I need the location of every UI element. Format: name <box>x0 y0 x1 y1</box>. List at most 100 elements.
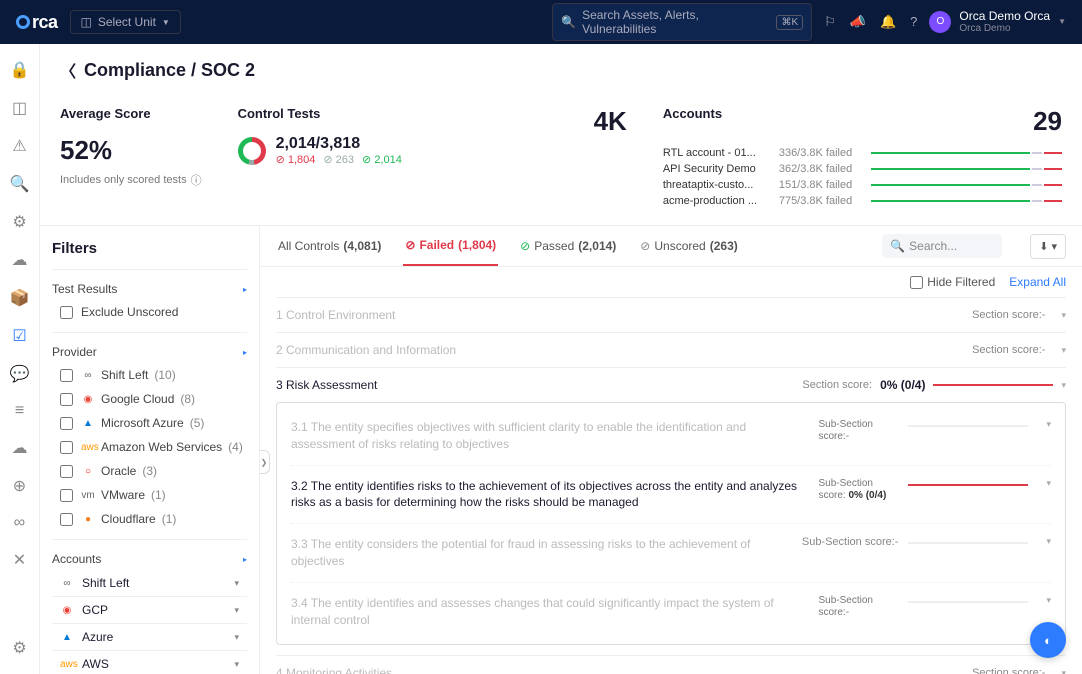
panel-drag-handle[interactable]: ❯ <box>260 450 270 474</box>
checkbox-exclude-unscored[interactable]: Exclude Unscored <box>52 300 247 324</box>
user-menu[interactable]: O Orca Demo Orca Orca Demo ▼ <box>929 9 1066 35</box>
chat-icon[interactable]: 💬 <box>10 364 30 384</box>
dashboard-icon[interactable]: ◫ <box>12 98 27 118</box>
avg-score-sub: Includes only scored testsⓘ <box>60 172 202 188</box>
search-icon: 🔍 <box>890 239 905 253</box>
logo-text: rca <box>32 12 58 33</box>
logo[interactable]: rca <box>16 12 58 33</box>
settings-icon[interactable]: ⚙ <box>12 638 26 658</box>
table-search[interactable]: 🔍Search... <box>882 234 1002 258</box>
accounts-count: 29 <box>1033 106 1062 137</box>
section-row[interactable]: 3 Risk AssessmentSection score:0% (0/4)▾ <box>276 367 1066 402</box>
section-expanded: 3.1 The entity specifies objectives with… <box>276 402 1066 645</box>
download-button[interactable]: ⬇ ▾ <box>1030 234 1066 259</box>
help-fab[interactable]: ◐ <box>1030 622 1066 658</box>
stats-row: Average Score 52% Includes only scored t… <box>40 92 1082 226</box>
compliance-icon[interactable]: ☑ <box>12 326 26 346</box>
global-search[interactable]: 🔍 Search Assets, Alerts, Vulnerabilities… <box>552 3 812 41</box>
megaphone-icon[interactable]: 📣 <box>850 14 866 30</box>
search-shortcut: ⌘K <box>776 15 803 30</box>
account-dropdown[interactable]: ◉GCP▾ <box>52 597 247 624</box>
package-icon[interactable]: 📦 <box>10 288 30 308</box>
breadcrumb[interactable]: 〈 Compliance / SOC 2 <box>60 58 1062 82</box>
accounts-block: Accounts 29 RTL account - 01...336/3.8K … <box>663 106 1062 207</box>
subsection-row[interactable]: 3.2 The entity identifies risks to the a… <box>291 465 1051 524</box>
flag-icon[interactable]: ⚐ <box>824 14 836 30</box>
side-rail: 🔒 ◫ ⚠ 🔍 ⚙ ☁ 📦 ☑ 💬 ≡ ☁ ⊕ ∞ ✕ ⚙ <box>0 44 40 674</box>
expand-all-button[interactable]: Expand All <box>1009 275 1066 289</box>
top-nav: rca ◫ Select Unit ▼ 🔍 Search Assets, Ale… <box>0 0 1082 44</box>
avg-score-block: Average Score 52% Includes only scored t… <box>60 106 202 207</box>
provider-checkbox[interactable]: ∞Shift Left (10) <box>52 363 247 387</box>
provider-checkbox[interactable]: vmVMware (1) <box>52 483 247 507</box>
nav-icons: ⚐ 📣 🔔 ? <box>824 14 917 30</box>
db-icon[interactable]: ≡ <box>15 402 24 420</box>
lock-icon[interactable]: 🔒 <box>10 60 30 80</box>
back-icon[interactable]: 〈 <box>60 58 76 82</box>
sections-list: 1 Control EnvironmentSection score:-▾2 C… <box>260 297 1082 674</box>
account-row[interactable]: acme-production ...775/3.8K failed <box>663 195 1062 207</box>
tab-failed[interactable]: ⊘Failed (1,804) <box>403 226 498 266</box>
search-rail-icon[interactable]: 🔍 <box>10 174 30 194</box>
plus-icon[interactable]: ⊕ <box>13 476 26 496</box>
tabs: All Controls (4,081) ⊘Failed (1,804) ⊘Pa… <box>260 226 1082 267</box>
filter-accounts: Accounts▸ ∞Shift Left▾◉GCP▾▲Azure▾awsAWS… <box>52 539 247 674</box>
row-controls: Hide Filtered Expand All <box>260 267 1082 297</box>
filter-hdr-provider[interactable]: Provider▸ <box>52 341 247 363</box>
avg-score-label: Average Score <box>60 106 202 121</box>
provider-checkbox[interactable]: awsAmazon Web Services (4) <box>52 435 247 459</box>
link-icon[interactable]: ∞ <box>14 514 25 532</box>
provider-checkbox[interactable]: ○Oracle (3) <box>52 459 247 483</box>
subsection-row[interactable]: 3.4 The entity identifies and assesses c… <box>291 582 1051 641</box>
section-row[interactable]: 1 Control EnvironmentSection score:-▾ <box>276 297 1066 332</box>
tab-passed[interactable]: ⊘Passed (2,014) <box>518 227 618 265</box>
filters-title: Filters <box>52 240 247 257</box>
filter-test-results: Test Results▸ Exclude Unscored <box>52 269 247 332</box>
account-row[interactable]: API Security Demo362/3.8K failed <box>663 163 1062 175</box>
hide-filtered-checkbox[interactable]: Hide Filtered <box>910 275 995 289</box>
chevron-down-icon: ▼ <box>1058 17 1066 26</box>
graph-icon[interactable]: ⚙ <box>12 212 26 232</box>
tab-unscored[interactable]: ⊘Unscored (263) <box>638 227 739 265</box>
info-icon[interactable]: ⓘ <box>191 172 202 188</box>
unit-selector-label: Select Unit <box>98 15 156 29</box>
filters-panel: Filters Test Results▸ Exclude Unscored P… <box>40 226 260 674</box>
account-dropdown[interactable]: ▲Azure▾ <box>52 624 247 651</box>
shuffle-icon[interactable]: ✕ <box>13 550 26 570</box>
control-tests-breakdown: ⊘ 1,804 ⊘ 263 ⊘ 2,014 <box>276 153 402 166</box>
search-placeholder: Search Assets, Alerts, Vulnerabilities <box>582 8 770 36</box>
unit-selector[interactable]: ◫ Select Unit ▼ <box>70 10 181 34</box>
results-panel: ❯ All Controls (4,081) ⊘Failed (1,804) ⊘… <box>260 226 1082 674</box>
help-icon[interactable]: ? <box>910 14 917 30</box>
control-tests-block: Control Tests 2,014/3,818 ⊘ 1,804 ⊘ 263 … <box>238 106 558 207</box>
provider-checkbox[interactable]: ●Cloudflare (1) <box>52 507 247 531</box>
filter-hdr-accounts[interactable]: Accounts▸ <box>52 548 247 570</box>
up-icon[interactable]: ☁ <box>12 438 28 458</box>
provider-checkbox[interactable]: ◉Google Cloud (8) <box>52 387 247 411</box>
page-header: 〈 Compliance / SOC 2 <box>40 44 1082 92</box>
account-dropdown[interactable]: awsAWS▾ <box>52 651 247 674</box>
search-icon: 🔍 <box>561 15 576 29</box>
tab-all[interactable]: All Controls (4,081) <box>276 227 383 265</box>
account-row[interactable]: threataptix-custo...151/3.8K failed <box>663 179 1062 191</box>
chevron-down-icon: ▼ <box>162 18 170 27</box>
user-name: Orca Demo Orca <box>959 9 1050 23</box>
account-dropdown[interactable]: ∞Shift Left▾ <box>52 570 247 597</box>
provider-checkbox[interactable]: ▲Microsoft Azure (5) <box>52 411 247 435</box>
control-tests-value: 2,014/3,818 <box>276 135 402 153</box>
section-row[interactable]: 2 Communication and InformationSection s… <box>276 332 1066 367</box>
unscored-icon: ⊘ <box>640 239 650 253</box>
section-row[interactable]: 4 Monitoring ActivitiesSection score:-▾ <box>276 655 1066 674</box>
subsection-row[interactable]: 3.1 The entity specifies objectives with… <box>291 407 1051 465</box>
account-row[interactable]: RTL account - 01...336/3.8K failed <box>663 147 1062 159</box>
avg-score-value: 52% <box>60 135 202 166</box>
control-tests-label: Control Tests <box>238 106 558 121</box>
filter-hdr-test-results[interactable]: Test Results▸ <box>52 278 247 300</box>
bell-icon[interactable]: 🔔 <box>880 14 896 30</box>
alert-icon[interactable]: ⚠ <box>12 136 26 156</box>
accounts-label: Accounts <box>663 106 722 121</box>
subsection-row[interactable]: 3.3 The entity considers the potential f… <box>291 523 1051 582</box>
sitemap-icon: ◫ <box>81 15 92 29</box>
cloud-icon[interactable]: ☁ <box>12 250 28 270</box>
breadcrumb-text: Compliance / SOC 2 <box>84 60 255 81</box>
